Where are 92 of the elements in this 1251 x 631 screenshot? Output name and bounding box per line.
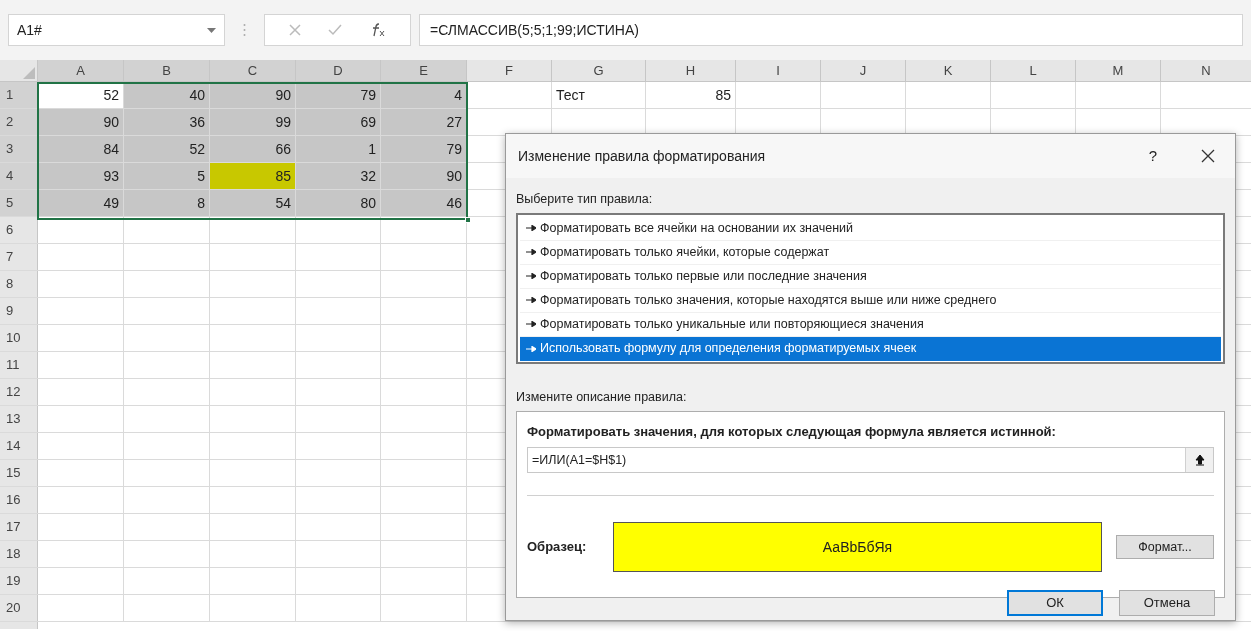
formula-field[interactable]: =СЛМАССИВ(5;5;1;99;ИСТИНА) [419, 14, 1243, 46]
row-header[interactable]: 17 [0, 514, 38, 540]
rule-type-item[interactable]: Использовать формулу для определения форматируемых ячеек [520, 336, 1221, 361]
table-cell: 8 [124, 190, 210, 216]
close-icon[interactable] [1201, 149, 1215, 163]
row-header[interactable]: 9 [0, 298, 38, 324]
table-cell: 90 [381, 163, 467, 189]
preview-text: АаВbБбЯя [822, 537, 893, 557]
grip-icon [243, 23, 246, 37]
table-cell: 90 [38, 109, 124, 135]
table-cell: 40 [124, 82, 210, 108]
table-cell: 27 [381, 109, 467, 135]
table-cell: 80 [296, 190, 381, 216]
table-cell: 85 [210, 163, 296, 189]
row-header[interactable]: 4 [0, 163, 38, 189]
column-header[interactable]: E [381, 60, 467, 81]
row-header[interactable]: 5 [0, 190, 38, 216]
row-header[interactable]: 8 [0, 271, 38, 297]
column-header[interactable]: G [552, 60, 646, 81]
column-header[interactable]: K [906, 60, 991, 81]
table-cell: 79 [296, 82, 381, 108]
rule-type-item[interactable]: Форматировать только уникальные или повторяющиеся значения [520, 312, 1221, 337]
table-cell: 4 [381, 82, 467, 108]
row-header[interactable]: 15 [0, 460, 38, 486]
row-header[interactable]: 6 [0, 217, 38, 243]
bullet-arrow-icon [526, 249, 536, 256]
table-cell: 66 [210, 136, 296, 162]
help-button[interactable]: ? [1148, 144, 1157, 168]
table-cell: 93 [38, 163, 124, 189]
row-header[interactable]: 2 [0, 109, 38, 135]
table-cell: 52 [124, 136, 210, 162]
row-header[interactable]: 11 [0, 352, 38, 378]
formula-label: Форматировать значения, для которых следующая формула является истинной: [527, 422, 1057, 441]
column-header[interactable]: L [991, 60, 1076, 81]
table-cell: 69 [296, 109, 381, 135]
column-header[interactable]: A [38, 60, 124, 81]
column-header[interactable]: I [736, 60, 821, 81]
table-cell: 1 [296, 136, 381, 162]
column-header[interactable]: H [646, 60, 736, 81]
row-header[interactable]: 12 [0, 379, 38, 405]
table-cell: 46 [381, 190, 467, 216]
name-box-text: A1# [17, 20, 42, 40]
fill-handle[interactable] [465, 217, 471, 223]
row-header[interactable]: 7 [0, 244, 38, 270]
table-cell: 32 [296, 163, 381, 189]
rule-type-item[interactable]: Форматировать только значения, которые находятся выше или ниже среднего [520, 288, 1221, 313]
name-box[interactable]: A1# [8, 14, 225, 46]
dialog-button[interactable]: ОК [1007, 589, 1103, 616]
column-header[interactable]: D [296, 60, 381, 81]
row-header[interactable]: 19 [0, 568, 38, 594]
table-cell: 49 [38, 190, 124, 216]
rule-type-item[interactable]: Форматировать только ячейки, которые содержат [520, 240, 1221, 265]
formula-input[interactable]: =ИЛИ(A1=$H$1) [527, 447, 1214, 473]
bullet-arrow-icon [526, 273, 536, 280]
format-button[interactable]: Формат... [1116, 535, 1214, 559]
column-header[interactable]: B [124, 60, 210, 81]
section-label: Измените описание правила: [516, 388, 688, 406]
dropdown-icon[interactable] [207, 27, 216, 33]
rule-type-item[interactable]: Форматировать все ячейки на основании их значений [520, 216, 1221, 241]
row-header[interactable]: 18 [0, 541, 38, 567]
preview-label: Образец: [527, 538, 588, 557]
collapse-button[interactable] [1185, 448, 1213, 472]
check-icon[interactable] [328, 24, 343, 36]
column-header[interactable]: J [821, 60, 906, 81]
table-cell: 90 [210, 82, 296, 108]
column-header[interactable]: M [1076, 60, 1161, 81]
column-header[interactable]: C [210, 60, 296, 81]
bullet-arrow-icon [526, 297, 536, 304]
table-cell: 5 [124, 163, 210, 189]
column-header[interactable]: N [1161, 60, 1251, 81]
bullet-arrow-icon [526, 345, 536, 352]
row-header[interactable]: 13 [0, 406, 38, 432]
row-header[interactable]: 10 [0, 325, 38, 351]
function-icon[interactable] [370, 23, 387, 37]
bullet-arrow-icon [526, 225, 536, 232]
table-cell: 79 [381, 136, 467, 162]
table-cell: 84 [38, 136, 124, 162]
row-header[interactable]: 1 [0, 82, 38, 108]
column-header[interactable]: F [467, 60, 552, 81]
section-label: Выберите тип правила: [516, 191, 654, 208]
dialog-button[interactable]: Отмена [1119, 589, 1215, 616]
row-header[interactable]: 20 [0, 595, 38, 621]
table-cell: 99 [210, 109, 296, 135]
row-header[interactable]: 14 [0, 433, 38, 459]
rule-type-item[interactable]: Форматировать только первые или последние значения [520, 264, 1221, 289]
row-header[interactable]: 3 [0, 136, 38, 162]
table-cell: 36 [124, 109, 210, 135]
bullet-arrow-icon [526, 321, 536, 328]
row-header[interactable]: 16 [0, 487, 38, 513]
arrow-up-icon [1194, 454, 1205, 466]
table-cell: 54 [210, 190, 296, 216]
dialog-title: Изменение правила форматирования [518, 146, 766, 166]
